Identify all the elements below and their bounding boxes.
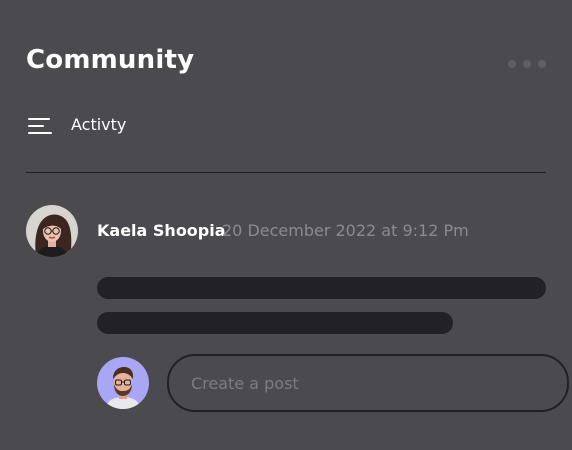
divider: [26, 172, 546, 173]
filter-lines-icon: [26, 115, 52, 135]
more-dot-icon: [523, 60, 531, 68]
create-post-input[interactable]: [167, 354, 569, 412]
activity-filter[interactable]: Activty: [26, 112, 126, 138]
current-user-avatar[interactable]: [97, 357, 149, 409]
more-dot-icon: [538, 60, 546, 68]
author-name[interactable]: Kaela Shoopia: [97, 220, 226, 242]
community-panel: Community Activty Kaela Shoopia 20 Decem…: [0, 0, 572, 450]
more-dot-icon: [508, 60, 516, 68]
more-options-button[interactable]: [508, 56, 546, 72]
post-content-placeholder-line: [97, 312, 453, 334]
author-avatar[interactable]: [26, 205, 78, 257]
post-content-placeholder-line: [97, 277, 546, 299]
filter-label: Activty: [71, 115, 127, 134]
page-title: Community: [26, 45, 195, 75]
post-timestamp: 20 December 2022 at 9:12 Pm: [222, 221, 469, 240]
